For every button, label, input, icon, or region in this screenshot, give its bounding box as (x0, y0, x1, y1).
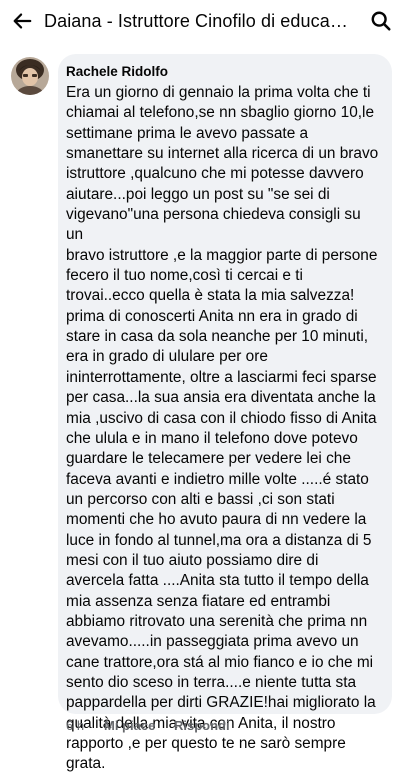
comment-actions: 6 h Mi piace Rispondi (66, 718, 230, 733)
comment-bubble: Rachele Ridolfo Era un giorno di gennaio… (58, 54, 392, 772)
search-button[interactable] (359, 0, 403, 42)
comment-author[interactable]: Rachele Ridolfo (66, 64, 382, 79)
arrow-left-icon (13, 13, 32, 29)
avatar-image (11, 57, 49, 95)
reply-button[interactable]: Rispondi (174, 718, 230, 733)
top-bar: Daiana - Istruttore Cinofilo di educazio… (0, 0, 403, 42)
comment-text: Era un giorno di gennaio la prima volta … (66, 84, 379, 773)
comment-timestamp[interactable]: 6 h (66, 718, 104, 733)
back-button[interactable] (0, 0, 44, 42)
search-icon (371, 11, 391, 31)
avatar[interactable] (11, 57, 49, 95)
page-title: Daiana - Istruttore Cinofilo di educazio… (44, 10, 359, 31)
like-button[interactable]: Mi piace (104, 718, 174, 733)
